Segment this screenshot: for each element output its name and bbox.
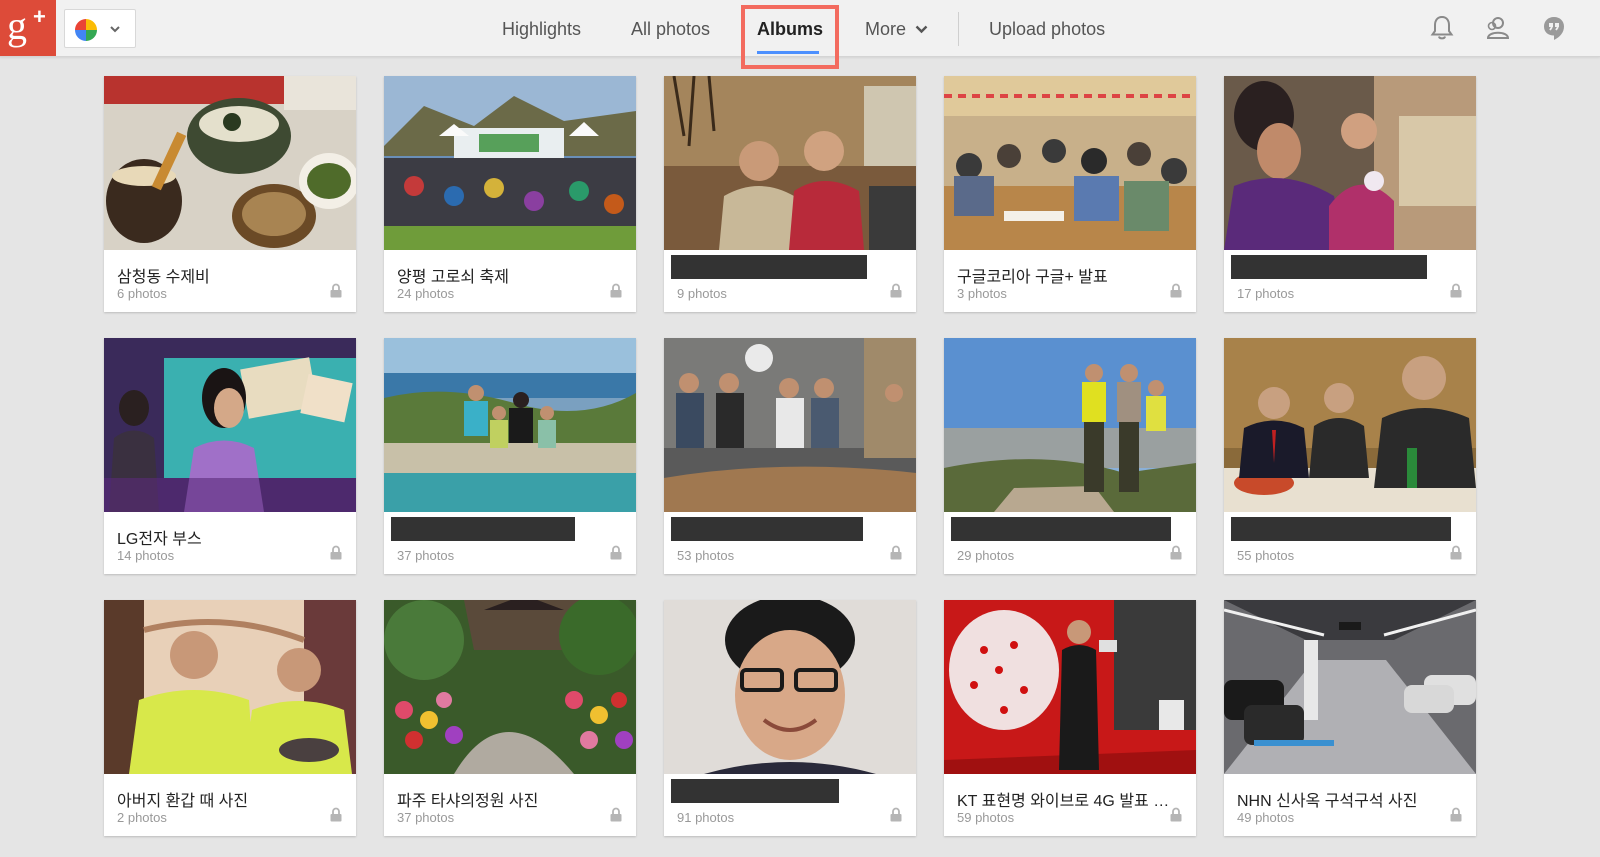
tab-all-photos[interactable]: All photos xyxy=(631,0,710,57)
album-cover-image xyxy=(1224,76,1476,250)
lock-icon xyxy=(890,283,902,298)
photos-app-switcher[interactable] xyxy=(64,9,136,48)
lock-icon xyxy=(610,283,622,298)
album-title[interactable]: NHN 신사옥 구석구석 사진 xyxy=(1237,787,1461,811)
album-cover-image xyxy=(944,338,1196,512)
album-cover-image xyxy=(384,338,636,512)
album-cover-image xyxy=(1224,338,1476,512)
tab-highlights[interactable]: Highlights xyxy=(502,0,581,57)
album-card[interactable]: 17 photos xyxy=(1224,76,1476,312)
album-cover-image xyxy=(944,600,1196,774)
redacted-title xyxy=(671,779,839,803)
album-photo-count: 59 photos xyxy=(957,810,1015,825)
album-photo-count: 6 photos xyxy=(117,286,167,301)
album-photo-count: 24 photos xyxy=(397,286,455,301)
album-cover-image xyxy=(104,600,356,774)
bell-icon[interactable] xyxy=(1428,14,1456,42)
album-card[interactable]: 양평 고로쇠 축제 24 photos xyxy=(384,76,636,312)
albums-grid: 삼청동 수제비 6 photos 양평 고로쇠 축제 24 photos 9 p… xyxy=(104,76,1478,838)
albums-highlight-box xyxy=(741,5,839,69)
album-title[interactable]: 구글코리아 구글+ 발표 xyxy=(957,263,1181,287)
album-photo-count: 9 photos xyxy=(677,286,727,301)
album-photo-count: 2 photos xyxy=(117,810,167,825)
album-cover-image xyxy=(664,338,916,512)
album-cover-image xyxy=(384,600,636,774)
upload-photos-button[interactable]: Upload photos xyxy=(989,0,1105,57)
redacted-title xyxy=(1231,517,1451,541)
google-plus-logo[interactable]: g + xyxy=(0,0,56,56)
lock-icon xyxy=(1450,283,1462,298)
album-card[interactable]: 29 photos xyxy=(944,338,1196,574)
album-photo-count: 91 photos xyxy=(677,810,735,825)
logo-letter: g xyxy=(7,3,27,48)
album-card[interactable]: 55 photos xyxy=(1224,338,1476,574)
lock-icon xyxy=(890,545,902,560)
hangouts-icon[interactable] xyxy=(1540,14,1568,42)
top-bar: g + Highlights All photos Albums More Up… xyxy=(0,0,1600,69)
album-cover-image xyxy=(104,338,356,512)
people-icon[interactable] xyxy=(1483,14,1511,42)
lock-icon xyxy=(610,545,622,560)
redacted-title xyxy=(1231,255,1427,279)
album-photo-count: 55 photos xyxy=(1237,548,1295,563)
lock-icon xyxy=(610,807,622,822)
album-title[interactable]: 양평 고로쇠 축제 xyxy=(397,263,621,287)
album-title[interactable]: 아버지 환갑 때 사진 xyxy=(117,787,341,811)
lock-icon xyxy=(330,545,342,560)
album-cover-image xyxy=(104,76,356,250)
album-cover-image xyxy=(384,76,636,250)
logo-plus: + xyxy=(33,4,46,29)
chevron-down-icon[interactable] xyxy=(915,24,928,34)
album-card[interactable]: 아버지 환갑 때 사진 2 photos xyxy=(104,600,356,836)
album-card[interactable]: NHN 신사옥 구석구석 사진 49 photos xyxy=(1224,600,1476,836)
lock-icon xyxy=(1170,545,1182,560)
lock-icon xyxy=(1170,807,1182,822)
album-photo-count: 53 photos xyxy=(677,548,735,563)
album-cover-image xyxy=(664,600,916,774)
lock-icon xyxy=(330,807,342,822)
album-title[interactable]: 파주 타샤의정원 사진 xyxy=(397,787,621,811)
album-title[interactable]: KT 표현명 와이브로 4G 발표 기... xyxy=(957,787,1181,811)
album-card[interactable]: 삼청동 수제비 6 photos xyxy=(104,76,356,312)
album-card[interactable]: 91 photos xyxy=(664,600,916,836)
lock-icon xyxy=(1450,807,1462,822)
album-card[interactable]: 구글코리아 구글+ 발표 3 photos xyxy=(944,76,1196,312)
album-cover-image xyxy=(944,76,1196,250)
google-photos-pinwheel-icon xyxy=(75,19,97,41)
album-photo-count: 37 photos xyxy=(397,810,455,825)
album-card[interactable]: 9 photos xyxy=(664,76,916,312)
album-card[interactable]: 53 photos xyxy=(664,338,916,574)
redacted-title xyxy=(671,517,863,541)
album-photo-count: 29 photos xyxy=(957,548,1015,563)
tab-more[interactable]: More xyxy=(865,0,906,57)
album-photo-count: 37 photos xyxy=(397,548,455,563)
lock-icon xyxy=(330,283,342,298)
chevron-down-icon xyxy=(110,26,120,33)
album-cover-image xyxy=(1224,600,1476,774)
album-cover-image xyxy=(664,76,916,250)
album-card[interactable]: 37 photos xyxy=(384,338,636,574)
redacted-title xyxy=(951,517,1171,541)
album-photo-count: 14 photos xyxy=(117,548,175,563)
redacted-title xyxy=(671,255,867,279)
album-title[interactable]: 삼청동 수제비 xyxy=(117,263,341,287)
lock-icon xyxy=(890,807,902,822)
nav-divider xyxy=(958,12,959,46)
lock-icon xyxy=(1170,283,1182,298)
album-card[interactable]: 파주 타샤의정원 사진 37 photos xyxy=(384,600,636,836)
redacted-title xyxy=(391,517,575,541)
album-photo-count: 49 photos xyxy=(1237,810,1295,825)
album-card[interactable]: LG전자 부스 14 photos xyxy=(104,338,356,574)
album-photo-count: 3 photos xyxy=(957,286,1007,301)
album-title[interactable]: LG전자 부스 xyxy=(117,525,341,549)
album-card[interactable]: KT 표현명 와이브로 4G 발표 기... 59 photos xyxy=(944,600,1196,836)
lock-icon xyxy=(1450,545,1462,560)
album-photo-count: 17 photos xyxy=(1237,286,1295,301)
